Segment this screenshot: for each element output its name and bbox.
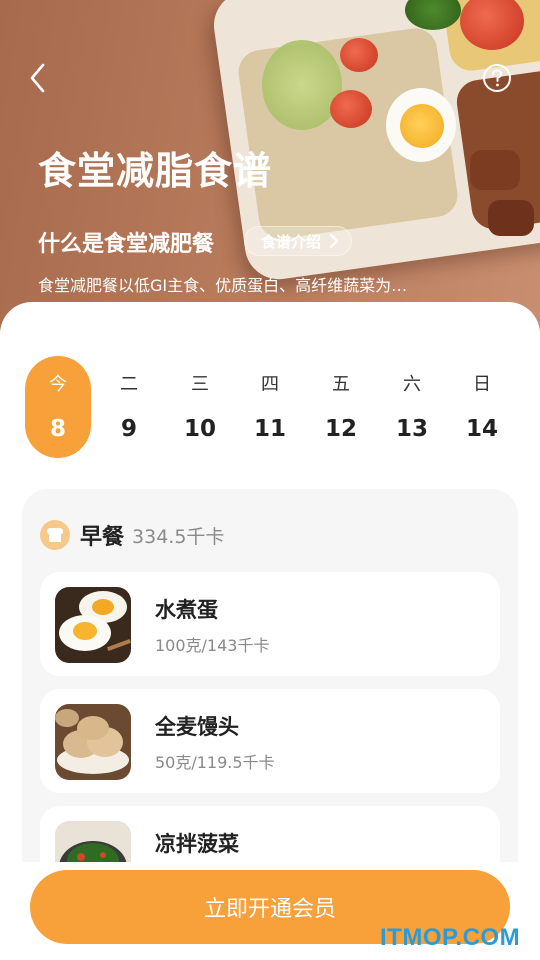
recipe-intro-button[interactable]: 食谱介绍 (244, 226, 353, 256)
hero-banner: 食堂减脂食谱 什么是食堂减肥餐 食谱介绍 食堂减肥餐以低GI主食、优质蛋白、高纤… (0, 0, 540, 340)
meal-header: 早餐 334.5千卡 (40, 519, 224, 551)
day-tue[interactable]: 二 9 (96, 356, 162, 458)
food-name: 全麦馒头 (155, 715, 239, 739)
bread-icon (40, 520, 70, 550)
day-weekday: 今 (49, 374, 67, 395)
intro-description: 食堂减肥餐以低GI主食、优质蛋白、高纤维蔬菜为… (38, 276, 408, 295)
day-today[interactable]: 今 8 (25, 356, 91, 458)
meal-title: 早餐 (80, 525, 125, 550)
day-weekday: 五 (332, 374, 350, 395)
food-amount: 100克/143千卡 (155, 636, 270, 655)
help-button[interactable] (482, 63, 512, 93)
day-weekday: 四 (261, 374, 279, 395)
watermark: ITMOP.COM (380, 924, 521, 951)
day-weekday: 日 (473, 374, 491, 395)
food-amount: 50克/119.5千卡 (155, 753, 275, 772)
wholewheat-bun-image (55, 704, 131, 780)
chevron-left-icon (30, 63, 45, 93)
day-date: 10 (183, 416, 216, 442)
day-sat[interactable]: 六 13 (379, 356, 445, 458)
day-date: 14 (465, 416, 498, 442)
week-selector: 今 8 二 9 三 10 四 11 五 12 六 13 日 14 (22, 356, 518, 460)
day-date: 8 (49, 416, 66, 442)
day-date: 9 (120, 416, 137, 442)
back-button[interactable] (24, 60, 54, 96)
chevron-right-icon (330, 234, 339, 248)
food-name: 水煮蛋 (155, 598, 218, 622)
day-weekday: 二 (120, 374, 138, 395)
day-fri[interactable]: 五 12 (308, 356, 374, 458)
day-wed[interactable]: 三 10 (167, 356, 233, 458)
day-date: 13 (395, 416, 428, 442)
section-subtitle: 什么是食堂减肥餐 (38, 232, 215, 257)
meal-calories: 334.5千卡 (132, 525, 225, 548)
day-date: 12 (324, 416, 357, 442)
food-item-wholewheat-bun[interactable]: 全麦馒头 50克/119.5千卡 (40, 689, 500, 793)
boiled-egg-image (55, 587, 131, 663)
food-name: 凉拌菠菜 (155, 832, 239, 856)
day-weekday: 六 (403, 374, 421, 395)
day-date: 11 (253, 416, 286, 442)
recipe-intro-label: 食谱介绍 (261, 232, 322, 251)
food-item-boiled-egg[interactable]: 水煮蛋 100克/143千卡 (40, 572, 500, 676)
breakfast-card: 早餐 334.5千卡 水煮蛋 100克/143千卡 全麦馒头 50克/119.5… (22, 489, 518, 910)
day-sun[interactable]: 日 14 (449, 356, 515, 458)
day-thu[interactable]: 四 11 (237, 356, 303, 458)
day-weekday: 三 (191, 374, 209, 395)
question-circle-icon (483, 64, 511, 92)
page-title: 食堂减脂食谱 (38, 149, 273, 193)
